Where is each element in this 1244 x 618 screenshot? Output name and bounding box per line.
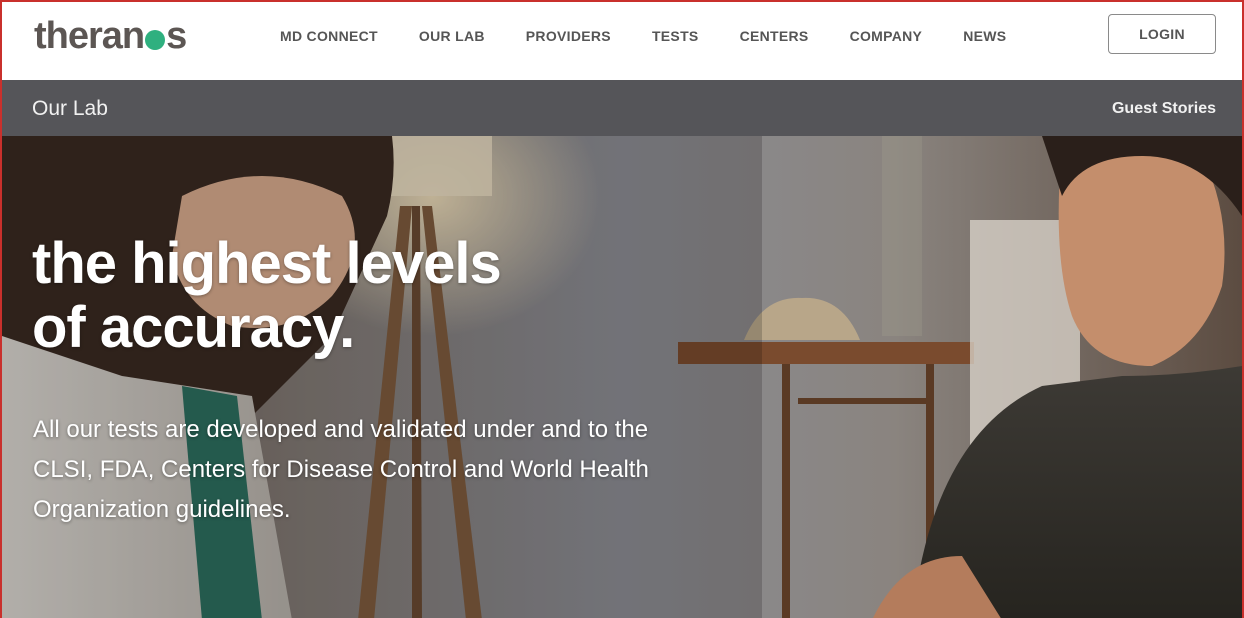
hero-banner: the highest levels of accuracy. All our … [2,136,1242,618]
nav-centers[interactable]: CENTERS [740,28,809,44]
main-menu: MD CONNECT OUR LAB PROVIDERS TESTS CENTE… [280,28,1006,44]
hero-headline: the highest levels of accuracy. [32,231,502,360]
hero-background-photo [2,136,1242,618]
nav-md-connect[interactable]: MD CONNECT [280,28,378,44]
nav-news[interactable]: NEWS [963,28,1006,44]
description-line-2: CLSI, FDA, Centers for Disease Control a… [33,456,649,483]
section-title: Our Lab [32,97,108,120]
description-line-1: All our tests are developed and validate… [33,416,649,443]
headline-line-2: of accuracy. [32,295,355,360]
guest-stories-link[interactable]: Guest Stories [1112,100,1216,118]
top-navigation: theran s MD CONNECT OUR LAB PROVIDERS TES… [2,2,1242,80]
headline-line-1: the highest levels [32,231,502,296]
nav-our-lab[interactable]: OUR LAB [419,28,485,44]
nav-company[interactable]: COMPANY [850,28,923,44]
browser-frame: theran s MD CONNECT OUR LAB PROVIDERS TES… [0,0,1244,618]
theranos-logo[interactable]: theran s [34,14,187,58]
logo-text-end: s [166,15,187,57]
hero-description: All our tests are developed and validate… [33,410,753,530]
nav-providers[interactable]: PROVIDERS [526,28,611,44]
section-subnav: Our Lab Guest Stories [2,80,1242,136]
logo-dot-icon [145,30,166,50]
logo-text-start: theran [34,15,145,57]
nav-tests[interactable]: TESTS [652,28,699,44]
description-line-3: Organization guidelines. [33,496,291,523]
login-button[interactable]: LOGIN [1108,14,1216,54]
